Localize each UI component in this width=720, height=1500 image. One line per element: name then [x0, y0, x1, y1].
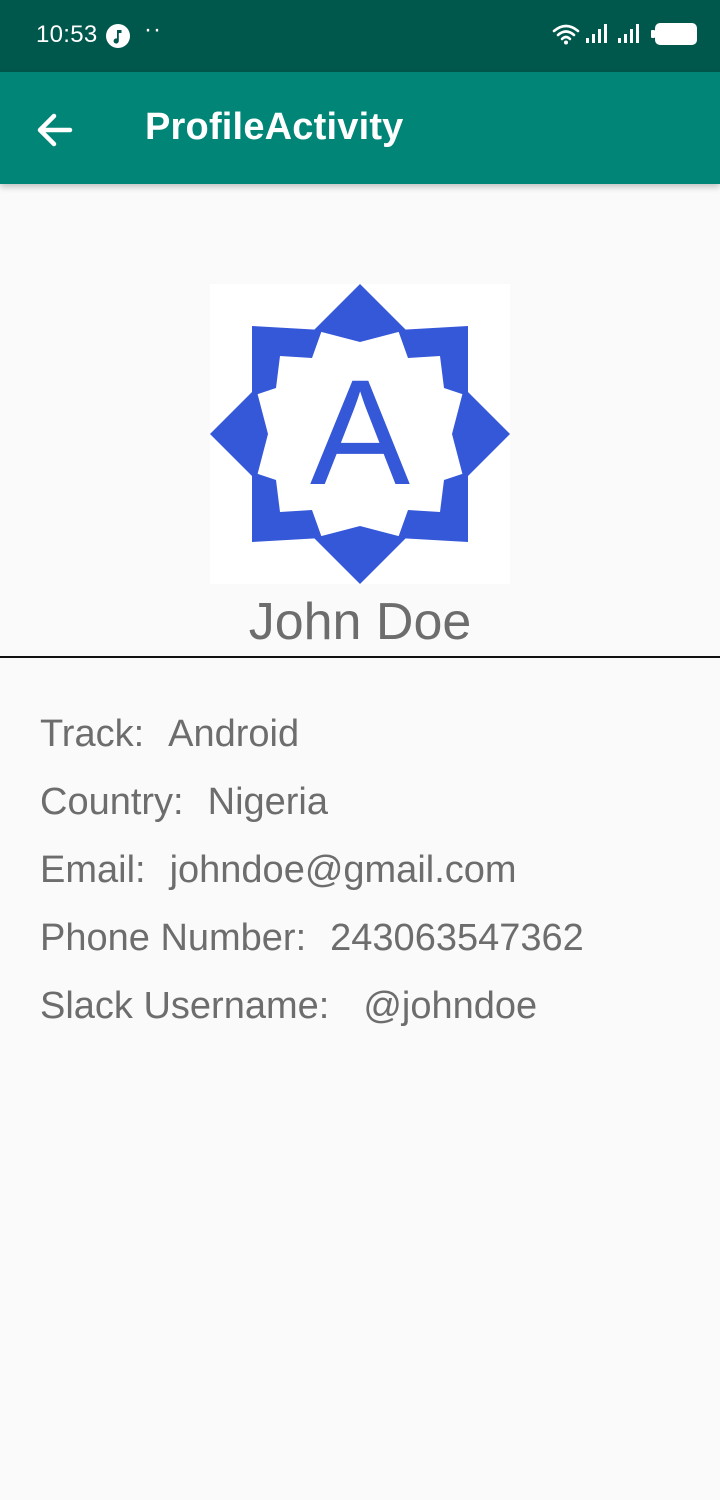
page-title: ProfileActivity [145, 106, 404, 148]
detail-label: Country: [40, 780, 184, 823]
detail-label: Email: [40, 848, 146, 891]
detail-label: Slack Username: [40, 984, 330, 1027]
status-icons [552, 22, 698, 46]
signal-icon [586, 24, 607, 43]
notification-dots: ·· [144, 16, 162, 43]
detail-country: Country: Nigeria [40, 768, 584, 836]
detail-value: Nigeria [207, 780, 329, 823]
music-note-icon [106, 24, 130, 48]
detail-value: 243063547362 [330, 916, 584, 959]
detail-value: @johndoe [363, 984, 538, 1027]
signal-icon [618, 24, 639, 43]
detail-value: johndoe@gmail.com [169, 848, 517, 891]
status-bar: 10:53 ·· [0, 0, 720, 72]
wifi-icon [552, 24, 580, 45]
logo-letter: A [310, 348, 410, 516]
status-time: 10:53 [36, 21, 98, 48]
detail-phone: Phone Number: 243063547362 [40, 904, 584, 972]
detail-email: Email: johndoe@gmail.com [40, 836, 584, 904]
divider [0, 656, 720, 658]
detail-slack: Slack Username: @johndoe [40, 972, 584, 1040]
detail-label: Track: [40, 712, 145, 755]
profile-name: John Doe [248, 593, 472, 651]
arrow-back-icon[interactable] [30, 108, 82, 152]
profile-details: Track: Android Country: Nigeria Email: j… [40, 700, 584, 1040]
app-bar: ProfileActivity [0, 72, 720, 184]
detail-value: Android [168, 712, 300, 755]
profile-logo: A [210, 284, 510, 584]
battery-icon [651, 23, 697, 45]
detail-track: Track: Android [40, 700, 584, 768]
detail-label: Phone Number: [40, 916, 307, 959]
star-logo-icon: A [210, 284, 510, 584]
